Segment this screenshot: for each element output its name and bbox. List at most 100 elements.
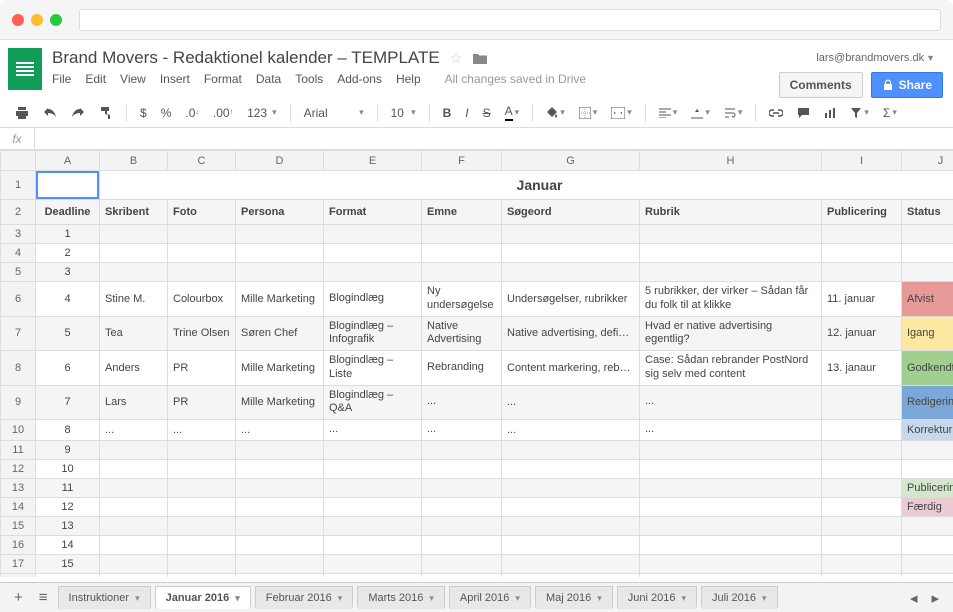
col-head-H[interactable]: H: [640, 151, 822, 171]
cell-persona-16[interactable]: [236, 535, 324, 554]
menu-tools[interactable]: Tools: [295, 72, 323, 86]
cell-format-5[interactable]: [324, 263, 422, 282]
cell-status-16[interactable]: [902, 535, 953, 554]
insert-link-icon[interactable]: [764, 106, 788, 120]
col-head-D[interactable]: D: [236, 151, 324, 171]
cell-foto-16[interactable]: [168, 535, 236, 554]
font-select[interactable]: Arial ▾: [299, 104, 369, 122]
cell-format-6[interactable]: Blogindlæg: [324, 282, 422, 317]
cell-persona-15[interactable]: [236, 516, 324, 535]
cell-format-7[interactable]: Blogindlæg – Infografik: [324, 316, 422, 351]
cell-sogeord-15[interactable]: [502, 516, 640, 535]
cell-emne-6[interactable]: Ny undersøgelse: [422, 282, 502, 317]
cell-foto-15[interactable]: [168, 516, 236, 535]
cell-format-17[interactable]: [324, 554, 422, 573]
text-wrap-button[interactable]: ▾: [719, 104, 748, 122]
cell-format-16[interactable]: [324, 535, 422, 554]
cell-foto-3[interactable]: [168, 225, 236, 244]
sheet-tab-juli-2016[interactable]: Juli 2016 ▾: [701, 586, 778, 609]
cell-pub-4[interactable]: [822, 244, 902, 263]
cell-rubrik-5[interactable]: [640, 263, 822, 282]
cell-deadline-6[interactable]: 4: [36, 282, 100, 317]
cell-pub-13[interactable]: [822, 478, 902, 497]
cell-pub-16[interactable]: [822, 535, 902, 554]
cell-sogeord-12[interactable]: [502, 459, 640, 478]
cell-deadline-16[interactable]: 14: [36, 535, 100, 554]
row-head-18[interactable]: 18: [1, 573, 36, 577]
cell-skribent-5[interactable]: [100, 263, 168, 282]
cell-skribent-17[interactable]: [100, 554, 168, 573]
cell-foto-10[interactable]: ...: [168, 420, 236, 441]
sheet-prev-icon[interactable]: ◂: [904, 585, 924, 611]
cell-rubrik-9[interactable]: ...: [640, 385, 822, 420]
cell-status-12[interactable]: [902, 459, 953, 478]
cell-rubrik-14[interactable]: [640, 497, 822, 516]
window-maximize-icon[interactable]: [50, 14, 62, 26]
paint-format-icon[interactable]: [94, 103, 118, 123]
cell-persona-14[interactable]: [236, 497, 324, 516]
window-close-icon[interactable]: [12, 14, 24, 26]
increase-decimal-button[interactable]: .00↑: [208, 103, 238, 123]
col-head-B[interactable]: B: [100, 151, 168, 171]
cell-persona-4[interactable]: [236, 244, 324, 263]
cell-rubrik-11[interactable]: [640, 440, 822, 459]
cell-sogeord-8[interactable]: Content markering, rebrande: [502, 351, 640, 386]
cell-format-14[interactable]: [324, 497, 422, 516]
cell-persona-9[interactable]: Mille Marketing: [236, 385, 324, 420]
cell-emne-12[interactable]: [422, 459, 502, 478]
cell-skribent-12[interactable]: [100, 459, 168, 478]
cell-pub-12[interactable]: [822, 459, 902, 478]
cell-pub-3[interactable]: [822, 225, 902, 244]
header-5[interactable]: Emne: [422, 200, 502, 225]
cell-emne-18[interactable]: [422, 573, 502, 577]
cell-status-14[interactable]: Færdig: [902, 497, 953, 516]
cell-status-5[interactable]: [902, 263, 953, 282]
row-head-12[interactable]: 12: [1, 459, 36, 478]
v-align-button[interactable]: ▾: [686, 104, 715, 122]
col-head-E[interactable]: E: [324, 151, 422, 171]
cell-deadline-14[interactable]: 12: [36, 497, 100, 516]
cell-sogeord-3[interactable]: [502, 225, 640, 244]
cell-skribent-8[interactable]: Anders: [100, 351, 168, 386]
menu-help[interactable]: Help: [396, 72, 421, 86]
cell-deadline-13[interactable]: 11: [36, 478, 100, 497]
percent-button[interactable]: %: [156, 103, 177, 123]
cell-emne-5[interactable]: [422, 263, 502, 282]
cell-skribent-16[interactable]: [100, 535, 168, 554]
cell-persona-5[interactable]: [236, 263, 324, 282]
menu-file[interactable]: File: [52, 72, 71, 86]
cell-rubrik-12[interactable]: [640, 459, 822, 478]
menu-format[interactable]: Format: [204, 72, 242, 86]
col-head-A[interactable]: A: [36, 151, 100, 171]
cell-deadline-10[interactable]: 8: [36, 420, 100, 441]
cell-foto-8[interactable]: PR: [168, 351, 236, 386]
row-head-15[interactable]: 15: [1, 516, 36, 535]
cell-skribent-14[interactable]: [100, 497, 168, 516]
header-7[interactable]: Rubrik: [640, 200, 822, 225]
document-title[interactable]: Brand Movers - Redaktionel kalender – TE…: [52, 48, 440, 68]
header-9[interactable]: Status: [902, 200, 953, 225]
cell-status-6[interactable]: Afvist: [902, 282, 953, 317]
header-3[interactable]: Persona: [236, 200, 324, 225]
cell-status-18[interactable]: [902, 573, 953, 577]
cell-A1[interactable]: [36, 171, 100, 200]
add-sheet-button[interactable]: +: [8, 585, 29, 610]
col-head-J[interactable]: J: [902, 151, 953, 171]
cell-status-4[interactable]: [902, 244, 953, 263]
currency-button[interactable]: $: [135, 103, 152, 123]
cell-rubrik-17[interactable]: [640, 554, 822, 573]
header-2[interactable]: Foto: [168, 200, 236, 225]
cell-foto-4[interactable]: [168, 244, 236, 263]
row-head-1[interactable]: 1: [1, 171, 36, 200]
cell-emne-16[interactable]: [422, 535, 502, 554]
h-align-button[interactable]: ▾: [654, 104, 683, 121]
cell-status-8[interactable]: Godkendt: [902, 351, 953, 386]
cell-foto-9[interactable]: PR: [168, 385, 236, 420]
sheet-tab-februar-2016[interactable]: Februar 2016 ▾: [255, 586, 354, 609]
cell-skribent-18[interactable]: [100, 573, 168, 577]
cell-rubrik-15[interactable]: [640, 516, 822, 535]
filter-icon[interactable]: ▾: [845, 104, 874, 122]
cell-persona-17[interactable]: [236, 554, 324, 573]
header-8[interactable]: Publicering: [822, 200, 902, 225]
text-color-button[interactable]: A ▾: [500, 101, 525, 124]
